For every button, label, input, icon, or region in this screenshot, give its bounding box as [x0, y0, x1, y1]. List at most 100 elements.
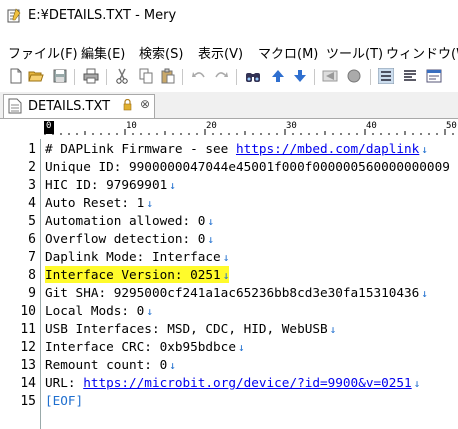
line-text: # DAPLink Firmware - see — [45, 141, 236, 156]
toolbar-separator — [106, 69, 107, 85]
list-view-2-icon[interactable] — [402, 68, 418, 84]
text-line[interactable]: Unique ID: 9900000047044e45001f000f00000… — [45, 158, 450, 175]
record-icon[interactable] — [346, 68, 362, 84]
copy-icon[interactable] — [138, 68, 154, 84]
menu-search[interactable]: 検索(S) — [139, 43, 183, 62]
text-line[interactable]: [EOF] — [45, 392, 83, 409]
newline-mark-icon: ↓ — [421, 143, 428, 156]
undo-icon[interactable] — [191, 68, 207, 84]
text-line[interactable]: Daplink Mode: Interface ↓ — [45, 248, 229, 265]
toolbar-separator — [370, 69, 371, 85]
gutter-separator — [40, 139, 41, 429]
tab-bar: DETAILS.TXT ⊗ — [0, 92, 458, 118]
notepad-icon — [7, 8, 21, 23]
newline-mark-icon: ↓ — [169, 179, 176, 192]
save-icon[interactable] — [52, 68, 68, 84]
line-number: 4 — [28, 196, 36, 211]
toolbar-separator — [314, 69, 315, 85]
line-number: 5 — [28, 214, 36, 229]
line-number: 6 — [28, 232, 36, 247]
line-number: 10 — [20, 304, 36, 319]
toolbar-separator — [182, 69, 183, 85]
line-number: 3 — [28, 178, 36, 193]
find-up-icon[interactable] — [270, 68, 286, 84]
text-line[interactable]: URL: https://microbit.org/device/?id=990… — [45, 374, 420, 391]
title-bar[interactable]: E:¥DETAILS.TXT - Mery — [0, 0, 458, 31]
text-line[interactable]: USB Interfaces: MSD, CDC, HID, WebUSB ↓ — [45, 320, 336, 337]
line-number: 8 — [28, 268, 36, 283]
eof-marker: [EOF] — [45, 393, 84, 408]
text-line[interactable]: # DAPLink Firmware - see https://mbed.co… — [45, 140, 428, 157]
menu-bar: ファイル(F) 編集(E) 検索(S) 表示(V) マクロ(M) ツール(T) … — [0, 40, 458, 62]
find-icon[interactable] — [245, 68, 261, 84]
url-link[interactable]: https://mbed.com/daplink — [236, 141, 419, 156]
text-line[interactable]: Interface CRC: 0xb95bdbce ↓ — [45, 338, 245, 355]
newline-mark-icon: ↓ — [222, 251, 230, 264]
options-icon[interactable] — [426, 68, 442, 84]
newline-mark-icon: ↓ — [237, 341, 245, 354]
text-line[interactable]: Remount count: 0 ↓ — [45, 356, 176, 373]
new-file-icon[interactable] — [8, 68, 24, 84]
line-text: Interface Version: 0251 — [45, 267, 221, 282]
line-text: Interface CRC: 0xb95bdbce — [45, 339, 236, 354]
print-icon[interactable] — [83, 68, 99, 84]
open-folder-icon[interactable] — [28, 68, 44, 84]
newline-mark-icon: ↓ — [146, 197, 153, 210]
line-number: 11 — [20, 322, 36, 337]
line-text: URL: — [45, 375, 84, 390]
line-number: 7 — [28, 250, 36, 265]
document-icon — [8, 98, 22, 114]
window-title: E:¥DETAILS.TXT - Mery — [28, 8, 177, 23]
redo-icon[interactable] — [213, 68, 229, 84]
list-view-icon[interactable] — [378, 68, 394, 84]
line-text: Automation allowed: 0 — [45, 213, 206, 228]
text-line[interactable]: Local Mods: 0 ↓ — [45, 302, 153, 319]
line-number: 14 — [20, 376, 36, 391]
newline-mark-icon: ↓ — [222, 269, 230, 282]
line-number: 13 — [20, 358, 36, 373]
text-line[interactable]: Automation allowed: 0 ↓ — [45, 212, 214, 229]
line-number: 15 — [20, 394, 36, 409]
line-number: 2 — [28, 160, 36, 175]
toolbar-separator — [74, 69, 75, 85]
editor-area[interactable]: 0 10 20 30 40 50 1 2 3 4 5 6 7 8 9 10 11… — [0, 118, 458, 429]
line-number: 9 — [28, 286, 36, 301]
line-text: HIC ID: 97969901 — [45, 177, 168, 192]
toolbar — [0, 63, 458, 91]
text-line[interactable]: Git SHA: 9295000cf241a1ac65236bb8cd3e30f… — [45, 284, 428, 301]
newline-mark-icon: ↓ — [169, 359, 176, 372]
text-line[interactable]: HIC ID: 97969901 ↓ — [45, 176, 176, 193]
lock-icon — [123, 99, 132, 111]
line-text: Local Mods: 0 — [45, 303, 145, 318]
mark-icon[interactable] — [322, 68, 338, 84]
close-icon[interactable]: ⊗ — [140, 97, 150, 111]
text-line[interactable]: Overflow detection: 0 ↓ — [45, 230, 214, 247]
menu-file[interactable]: ファイル(F) — [8, 43, 78, 62]
line-text: USB Interfaces: MSD, CDC, HID, WebUSB — [45, 321, 328, 336]
find-down-icon[interactable] — [292, 68, 308, 84]
line-text: Auto Reset: 1 — [45, 195, 145, 210]
menu-tools[interactable]: ツール(T) — [326, 43, 383, 62]
newline-mark-icon: ↓ — [146, 305, 153, 318]
line-text: Overflow detection: 0 — [45, 231, 206, 246]
newline-mark-icon: ↓ — [329, 323, 337, 336]
newline-mark-icon: ↓ — [207, 215, 215, 228]
text-line[interactable]: Auto Reset: 1 ↓ — [45, 194, 153, 211]
line-text: Daplink Mode: Interface — [45, 249, 221, 264]
line-text: Remount count: 0 — [45, 357, 168, 372]
menu-edit[interactable]: 編集(E) — [81, 43, 125, 62]
ruler-ticks — [44, 129, 454, 135]
menu-window[interactable]: ウィンドウ(W) — [386, 43, 458, 62]
line-number: 12 — [20, 340, 36, 355]
cut-icon[interactable] — [114, 68, 130, 84]
column-ruler: 0 10 20 30 40 50 — [44, 121, 458, 135]
menu-view[interactable]: 表示(V) — [198, 43, 243, 62]
url-link[interactable]: https://microbit.org/device/?id=9900&v=0… — [83, 375, 411, 390]
line-text: Git SHA: 9295000cf241a1ac65236bb8cd3e30f… — [45, 285, 420, 300]
paste-icon[interactable] — [160, 68, 176, 84]
newline-mark-icon: ↓ — [421, 287, 428, 300]
menu-macro[interactable]: マクロ(M) — [258, 43, 318, 62]
highlighted-text-line[interactable]: Interface Version: 0251 ↓ — [45, 266, 230, 283]
tab-details-txt[interactable]: DETAILS.TXT ⊗ — [3, 94, 155, 118]
toolbar-separator — [236, 69, 237, 85]
